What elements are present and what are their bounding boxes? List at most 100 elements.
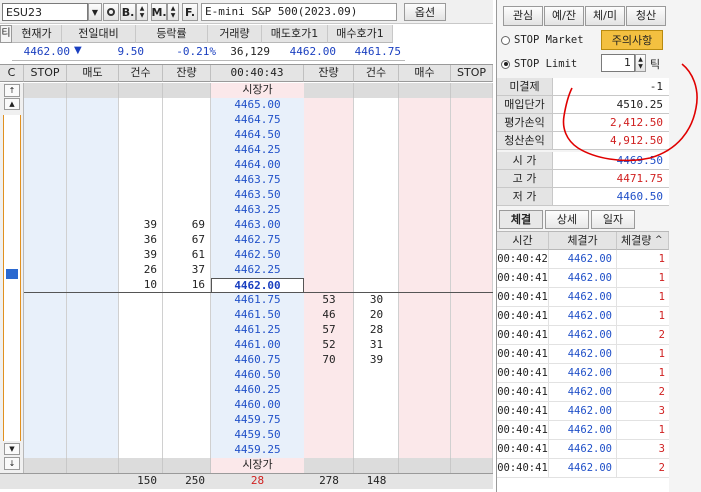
caution-label: 주의사항 bbox=[611, 34, 653, 47]
market-row-cell bbox=[451, 83, 493, 98]
scroll-up-arrow-icon[interactable]: ▲ bbox=[4, 98, 20, 110]
price-level[interactable]: 4463.00 bbox=[211, 218, 304, 233]
quote-left-mark: 티 bbox=[0, 25, 12, 43]
price-level[interactable]: 4463.25 bbox=[211, 203, 304, 218]
price-level[interactable]: 4460.00 bbox=[211, 398, 304, 413]
trade-row: 00:40:41 4462.00 2 bbox=[497, 459, 669, 478]
quote-values: 4462.00 ▼ 9.50 -0.21% 36,129 4462.00 446… bbox=[12, 43, 405, 61]
trade-price: 4462.00 bbox=[549, 326, 617, 345]
orderbook-column bbox=[451, 83, 493, 473]
price-level[interactable]: 4462.00 bbox=[211, 278, 304, 293]
price-level[interactable]: 4459.75 bbox=[211, 413, 304, 428]
market-price-button[interactable]: 시장가 bbox=[211, 458, 304, 473]
price-level[interactable]: 4463.50 bbox=[211, 188, 304, 203]
market-row-cell bbox=[354, 458, 399, 473]
stop-market-radio[interactable]: STOP Market bbox=[501, 33, 601, 47]
trade-header: 시간 bbox=[497, 232, 549, 250]
bid-qty: 46 bbox=[322, 308, 336, 321]
bid-count: 39 bbox=[369, 353, 384, 366]
trade-header: 체결가 bbox=[549, 232, 617, 250]
trade-qty: 3 bbox=[658, 405, 665, 417]
search-icon bbox=[107, 8, 115, 16]
price-level[interactable]: 4461.00 bbox=[211, 338, 304, 353]
trade-price: 4462.00 bbox=[549, 345, 617, 364]
position-label: 미결제 bbox=[497, 78, 553, 96]
chevron-up-icon[interactable]: ^ bbox=[655, 235, 663, 245]
price-level[interactable]: 4464.25 bbox=[211, 143, 304, 158]
ask-count: 39 bbox=[143, 248, 157, 261]
trade-tab[interactable]: 체결 bbox=[499, 210, 543, 229]
f-button[interactable]: F. bbox=[182, 3, 198, 21]
trade-list: 시간 체결가 체결량 ^ 00:40:42 4462.00 1 00:40:41 4462.00… bbox=[497, 231, 669, 492]
market-price-button[interactable]: 시장가 bbox=[211, 83, 304, 98]
symbol-dropdown-button[interactable]: ▼ bbox=[88, 3, 102, 21]
quote-bar: 티 현재가 전일대비 등락률 거래량 매도호가1 매수호가1 4462.00 ▼ 9.50… bbox=[0, 25, 405, 63]
trade-qty: 1 bbox=[658, 253, 665, 265]
price-level[interactable]: 4465.00 bbox=[211, 98, 304, 113]
total-ask-count: 150 bbox=[137, 474, 157, 487]
order-book: C STOP 매도 건수 잔량 00:40:43 잔량 건수 매수 STOP ↑ ▲ ▼ ↓ 시장가 4465… bbox=[0, 64, 493, 492]
price-level[interactable]: 4463.75 bbox=[211, 173, 304, 188]
down-arrow-icon: ▼ bbox=[139, 12, 145, 19]
top-button[interactable]: 관심 bbox=[503, 6, 543, 26]
ask-count: 39 bbox=[143, 218, 157, 231]
bid-qty: 57 bbox=[322, 323, 336, 336]
price-level[interactable]: 4460.75 bbox=[211, 353, 304, 368]
b-button[interactable]: B. bbox=[120, 3, 136, 21]
price-level[interactable]: 4464.75 bbox=[211, 113, 304, 128]
price-level[interactable]: 4462.50 bbox=[211, 248, 304, 263]
options-button[interactable]: 옵션 bbox=[404, 3, 446, 21]
price-level[interactable]: 4459.50 bbox=[211, 428, 304, 443]
price-level[interactable]: 4460.25 bbox=[211, 383, 304, 398]
trade-time: 00:40:41 bbox=[497, 307, 549, 326]
scroll-thumb-icon[interactable] bbox=[6, 269, 18, 279]
trade-tabs: 체결 상세 일자 bbox=[499, 210, 669, 230]
price-level[interactable]: 4462.25 bbox=[211, 263, 304, 278]
trade-tab[interactable]: 상세 bbox=[545, 210, 589, 229]
caution-button[interactable]: 주의사항 bbox=[601, 30, 663, 50]
total-diff: 28 bbox=[250, 474, 265, 487]
ohl-label: 고 가 bbox=[497, 170, 553, 188]
price-level[interactable]: 4464.00 bbox=[211, 158, 304, 173]
orderbook-header: 잔량 bbox=[304, 65, 354, 82]
trade-price: 4462.00 bbox=[549, 402, 617, 421]
chevron-down-icon: ▼ bbox=[91, 7, 99, 17]
trade-price: 4462.00 bbox=[549, 440, 617, 459]
f-button-label: F. bbox=[184, 5, 196, 19]
price-level[interactable]: 4461.25 bbox=[211, 323, 304, 338]
trade-qty: 1 bbox=[658, 367, 665, 379]
b-spinner[interactable]: ▲ ▼ bbox=[136, 3, 148, 21]
ask1: 4462.00 bbox=[289, 45, 336, 58]
trade-row: 00:40:41 4462.00 1 bbox=[497, 288, 669, 307]
scroll-up-icon[interactable]: ↑ bbox=[4, 84, 20, 97]
m-button[interactable]: M. bbox=[151, 3, 167, 21]
orderbook-header: 건수 bbox=[119, 65, 163, 82]
market-row-cell bbox=[119, 458, 163, 473]
price-level[interactable]: 4461.75 bbox=[211, 293, 304, 308]
price-level[interactable]: 4464.50 bbox=[211, 128, 304, 143]
stop-market-label: STOP Market bbox=[514, 34, 584, 46]
trade-price: 4462.00 bbox=[549, 288, 617, 307]
trade-tab[interactable]: 일자 bbox=[591, 210, 635, 229]
search-button[interactable] bbox=[103, 3, 119, 21]
top-button[interactable]: 예/잔 bbox=[544, 6, 584, 26]
change-value: 9.50 bbox=[117, 45, 145, 58]
top-button[interactable]: 체/미 bbox=[585, 6, 625, 26]
quote-header: 현재가 bbox=[12, 25, 62, 43]
price-level[interactable]: 4459.25 bbox=[211, 443, 304, 458]
trade-time: 00:40:41 bbox=[497, 345, 549, 364]
orderbook-column bbox=[67, 83, 119, 473]
orderbook-header: 매도 bbox=[67, 65, 119, 82]
scroll-down-arrow-icon[interactable]: ▼ bbox=[4, 443, 20, 455]
m-spinner[interactable]: ▲ ▼ bbox=[167, 3, 179, 21]
market-row-cell bbox=[304, 83, 354, 98]
symbol-input[interactable]: ESU23 bbox=[2, 3, 88, 21]
price-level[interactable]: 4460.50 bbox=[211, 368, 304, 383]
price-level[interactable]: 4461.50 bbox=[211, 308, 304, 323]
trade-row: 00:40:41 4462.00 1 bbox=[497, 307, 669, 326]
ask-qty: 67 bbox=[191, 233, 205, 246]
scroll-down-icon[interactable]: ↓ bbox=[4, 457, 20, 470]
trade-row: 00:40:41 4462.00 2 bbox=[497, 326, 669, 345]
top-button[interactable]: 청산 bbox=[626, 6, 666, 26]
price-level[interactable]: 4462.75 bbox=[211, 233, 304, 248]
